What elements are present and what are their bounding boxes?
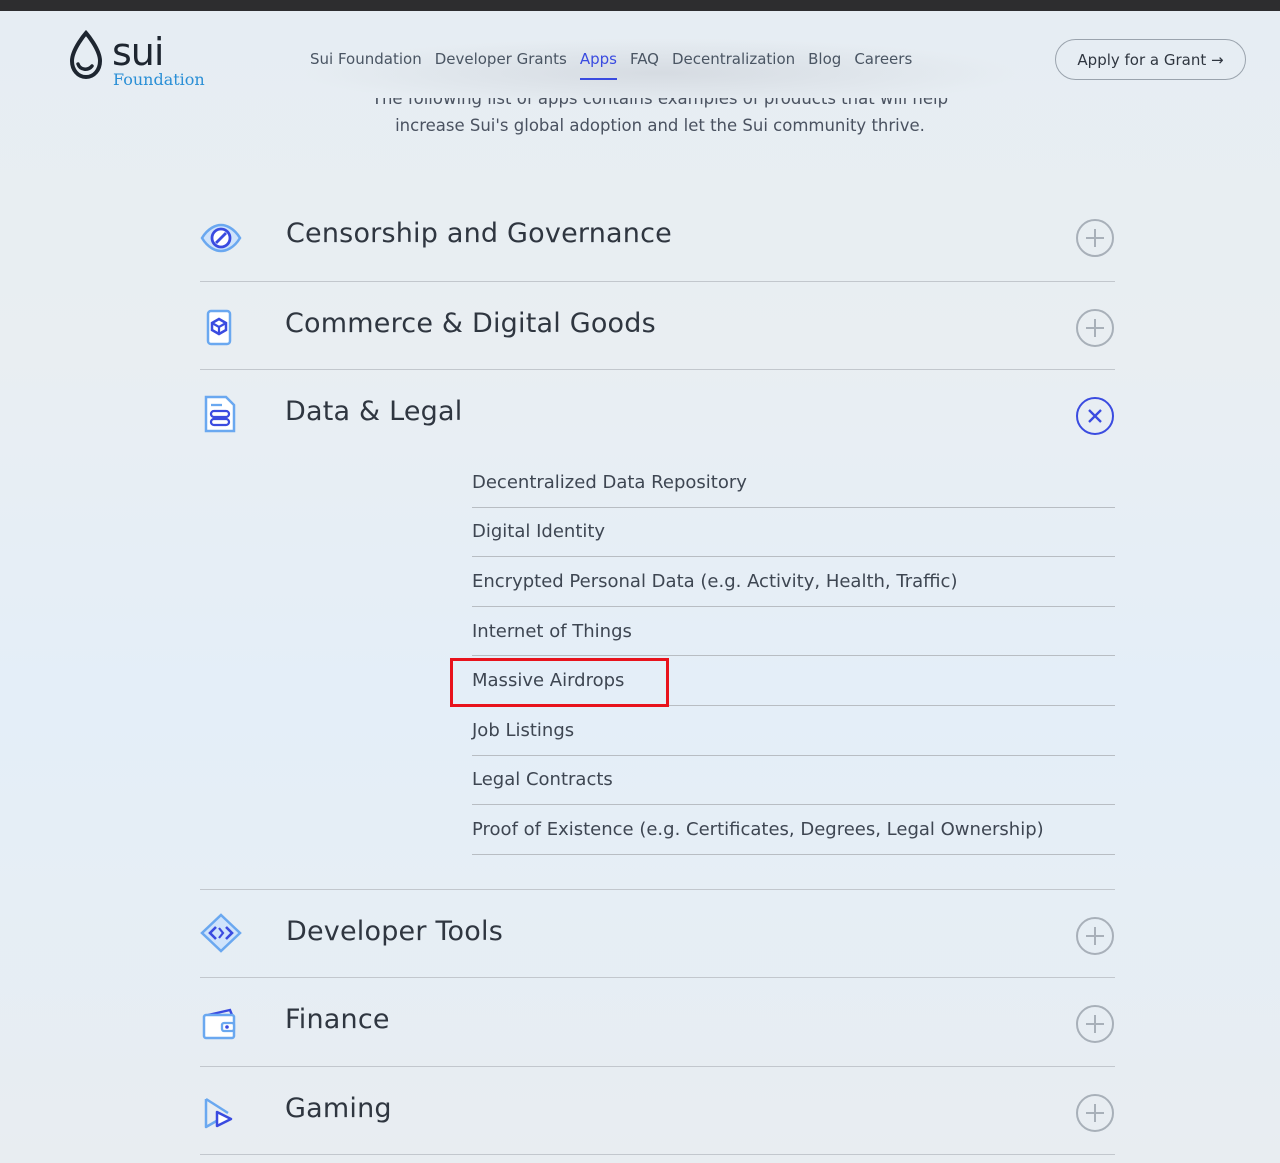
- category-title: Gaming: [285, 1092, 392, 1124]
- category-title: Data & Legal: [285, 396, 463, 427]
- plus-icon[interactable]: [1075, 308, 1115, 348]
- nav-item-blog[interactable]: Blog: [808, 50, 841, 68]
- nav-item-developer-grants[interactable]: Developer Grants: [435, 50, 567, 68]
- plus-icon[interactable]: [1075, 1004, 1115, 1044]
- nav-item-decentralization[interactable]: Decentralization: [672, 50, 795, 68]
- category-finance[interactable]: Finance: [200, 978, 1115, 1067]
- nav-item-apps[interactable]: Apps: [579, 50, 618, 80]
- category-developer-tools[interactable]: Developer Tools: [200, 890, 1115, 979]
- category-title: Commerce & Digital Goods: [285, 307, 656, 339]
- apply-for-grant-button[interactable]: Apply for a Grant →: [1055, 39, 1246, 80]
- sui-foundation-logo[interactable]: sui Foundation: [66, 30, 216, 92]
- intro-line-2: increase Sui's global adoption and let t…: [395, 116, 925, 135]
- category-gaming[interactable]: Gaming: [200, 1067, 1115, 1156]
- highlight-box: [450, 658, 669, 708]
- browser-top-bar: [0, 0, 1280, 11]
- plus-icon[interactable]: [1075, 916, 1115, 956]
- list-item[interactable]: Digital Identity: [472, 508, 1115, 558]
- category-censorship-governance[interactable]: Censorship and Governance: [200, 192, 1115, 282]
- list-item[interactable]: Internet of Things: [472, 607, 1115, 657]
- category-data-legal: Data & Legal Decentralized Data Reposito…: [200, 370, 1115, 890]
- category-title: Finance: [285, 1004, 390, 1036]
- category-commerce-digital-goods[interactable]: Commerce & Digital Goods: [200, 282, 1115, 370]
- list-item[interactable]: Proof of Existence (e.g. Certificates, D…: [472, 805, 1115, 855]
- eye-icon: [200, 223, 242, 253]
- category-title: Developer Tools: [286, 915, 503, 947]
- nav-item-careers[interactable]: Careers: [854, 50, 912, 68]
- intro-text: The following list of apps contains exam…: [340, 98, 980, 140]
- document-data-icon: [204, 395, 236, 433]
- nav-item-faq[interactable]: FAQ: [630, 50, 659, 68]
- brand-subtitle: Foundation: [113, 70, 205, 89]
- wallet-icon: [202, 1008, 236, 1040]
- category-title: Censorship and Governance: [286, 218, 672, 249]
- list-item[interactable]: Decentralized Data Repository: [472, 458, 1115, 508]
- data-legal-app-list: Decentralized Data Repository Digital Id…: [450, 458, 1115, 855]
- code-diamond-icon: [200, 913, 242, 953]
- intro-line-1: The following list of apps contains exam…: [371, 98, 949, 108]
- plus-icon[interactable]: [1075, 1093, 1115, 1133]
- category-data-legal-header[interactable]: Data & Legal: [200, 370, 1115, 458]
- list-item[interactable]: Legal Contracts: [472, 756, 1115, 806]
- list-item-highlighted[interactable]: Massive Airdrops: [450, 656, 1115, 708]
- list-item[interactable]: Encrypted Personal Data (e.g. Activity, …: [472, 557, 1115, 607]
- plus-icon[interactable]: [1075, 218, 1115, 258]
- apps-accordion: Censorship and Governance Commerce & Dig…: [200, 192, 1115, 1156]
- cube-phone-icon: [206, 309, 232, 345]
- list-item[interactable]: Job Listings: [472, 706, 1115, 756]
- brand-name: sui: [112, 30, 164, 74]
- play-icon: [204, 1097, 233, 1128]
- close-button-icon[interactable]: [1075, 396, 1115, 436]
- sui-drop-icon: [69, 30, 103, 80]
- nav-item-sui-foundation[interactable]: Sui Foundation: [310, 50, 422, 68]
